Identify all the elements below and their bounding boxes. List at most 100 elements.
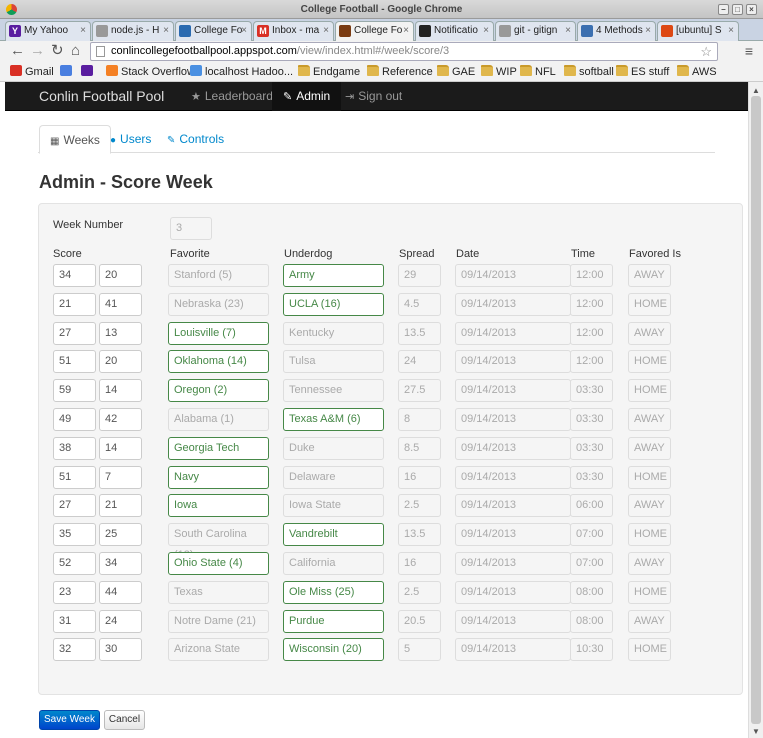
close-tab-icon[interactable]: × [80, 22, 86, 40]
score-input[interactable]: 21 [53, 292, 96, 316]
score-input[interactable]: 31 [53, 609, 96, 633]
score-input[interactable]: 49 [53, 408, 96, 431]
folder-icon [367, 65, 379, 76]
date-field: 09/14/2013 [455, 264, 571, 287]
close-tab-icon[interactable]: × [241, 22, 247, 40]
minimize-icon[interactable]: – [718, 4, 729, 15]
browser-tab[interactable]: [ubuntu] S × [657, 21, 739, 41]
underdog-field: Tulsa [283, 350, 384, 374]
page-icon [96, 46, 105, 57]
browser-tab[interactable]: git - gitign × [495, 21, 576, 41]
bookmark-item[interactable]: Reference [367, 64, 433, 80]
browser-tab[interactable]: Notificatio × [415, 21, 494, 41]
bookmark-item[interactable]: Stack Overflow [106, 64, 195, 80]
bookmark-item[interactable]: GAE [437, 64, 475, 80]
chrome-menu-icon[interactable]: ≡ [745, 43, 753, 59]
bookmark-item[interactable]: Endgame [298, 64, 360, 80]
bookmark-item[interactable]: Gmail [10, 64, 54, 80]
close-tab-icon[interactable]: × [483, 22, 489, 40]
score-input[interactable]: 14 [99, 436, 142, 460]
forward-icon[interactable]: → [30, 42, 45, 60]
spread-field: 29 [398, 264, 441, 287]
score-input[interactable]: 59 [53, 379, 96, 403]
browser-tab[interactable]: College Fo × [175, 21, 252, 41]
close-tab-icon[interactable]: × [728, 22, 734, 40]
score-input[interactable]: 24 [99, 609, 142, 633]
score-input[interactable]: 27 [53, 494, 96, 518]
close-tab-icon[interactable]: × [323, 22, 329, 40]
save-week-button[interactable]: Save Week [39, 710, 100, 730]
close-tab-icon[interactable]: × [163, 22, 169, 40]
bookmark-item[interactable]: AWS [677, 64, 717, 80]
score-input[interactable]: 7 [99, 465, 142, 489]
week-number-input: 3 [170, 217, 212, 240]
bookmark-item[interactable]: ES stuff [616, 64, 669, 80]
bookmark-item[interactable]: localhost Hadoo... [190, 64, 293, 80]
score-input[interactable]: 41 [99, 292, 142, 316]
score-input[interactable]: 30 [99, 638, 142, 662]
score-input[interactable]: 38 [53, 436, 96, 460]
score-input[interactable]: 51 [53, 350, 96, 374]
score-input[interactable]: 20 [99, 350, 142, 374]
back-icon[interactable]: ← [10, 42, 25, 60]
score-input[interactable]: 21 [99, 494, 142, 518]
scroll-up-icon[interactable]: ▲ [752, 86, 760, 95]
favorite-field: Notre Dame (21) [168, 609, 269, 633]
score-input[interactable]: 20 [99, 264, 142, 287]
score-input[interactable]: 27 [53, 321, 96, 345]
page-scrollbar[interactable]: ▲ ▼ [748, 82, 763, 738]
scroll-thumb[interactable] [751, 96, 761, 724]
bookmark-item[interactable] [60, 64, 75, 80]
home-icon[interactable]: ⌂ [71, 42, 80, 60]
scroll-down-icon[interactable]: ▼ [752, 727, 760, 736]
bookmark-item[interactable]: WIP [481, 64, 517, 80]
score-input[interactable]: 14 [99, 379, 142, 403]
score-input[interactable]: 34 [99, 552, 142, 575]
spread-header: Spread [399, 248, 435, 260]
close-tab-icon[interactable]: × [645, 22, 651, 40]
folder-icon [298, 65, 310, 76]
browser-tab[interactable]: 4 Methods × [577, 21, 656, 41]
folder-icon [520, 65, 532, 76]
cancel-button[interactable]: Cancel [104, 710, 145, 730]
nav-link[interactable]: ✎ Admin [272, 82, 342, 111]
score-input[interactable]: 32 [53, 638, 96, 662]
score-input[interactable]: 13 [99, 321, 142, 345]
score-input[interactable]: 52 [53, 552, 96, 575]
close-window-icon[interactable]: × [746, 4, 757, 15]
browser-tab[interactable]: M Inbox - ma × [253, 21, 334, 41]
score-input[interactable]: 51 [53, 465, 96, 489]
close-tab-icon[interactable]: × [403, 22, 409, 40]
maximize-icon[interactable]: □ [732, 4, 743, 15]
score-input[interactable]: 44 [99, 580, 142, 604]
bookmark-star-icon[interactable]: ☆ [700, 43, 712, 60]
favorite-field: Oklahoma (14) [168, 350, 269, 374]
favorite-field: Iowa [168, 494, 269, 518]
score-input[interactable]: 34 [53, 264, 96, 287]
score-input[interactable]: 23 [53, 580, 96, 604]
close-tab-icon[interactable]: × [565, 22, 571, 40]
nav-link[interactable]: ⇥ Sign out [334, 82, 413, 111]
browser-tab[interactable]: node.js - H × [92, 21, 174, 41]
tab-label: git - gitign [514, 25, 558, 36]
browser-tab[interactable]: Y My Yahoo × [5, 21, 91, 41]
admin-tab[interactable]: ✎ Controls [157, 125, 234, 154]
admin-tab[interactable]: ● Users [100, 125, 161, 154]
nav-link[interactable]: ★ Leaderboard [180, 82, 284, 111]
favorite-field: South Carolina (13) [168, 523, 269, 561]
time-field: 07:00 [570, 552, 613, 575]
score-input[interactable]: 42 [99, 408, 142, 431]
brand-link[interactable]: Conlin Football Pool [39, 82, 164, 111]
bookmark-item[interactable] [81, 64, 96, 80]
bookmark-item[interactable]: softball [564, 64, 614, 80]
address-bar[interactable]: conlincollegefootballpool.appspot.com/vi… [90, 42, 718, 61]
browser-tab[interactable]: College Fo × [335, 21, 414, 42]
score-week-form: Week Number 3 Score Favorite Underdog Sp… [38, 203, 743, 695]
score-input[interactable]: 25 [99, 523, 142, 547]
bookmark-item[interactable]: NFL [520, 64, 556, 80]
score-input[interactable]: 35 [53, 523, 96, 547]
reload-icon[interactable]: ↻ [51, 42, 64, 60]
time-field: 03:30 [570, 379, 613, 403]
tab-label: My Yahoo [24, 25, 69, 36]
folder-icon [677, 65, 689, 76]
